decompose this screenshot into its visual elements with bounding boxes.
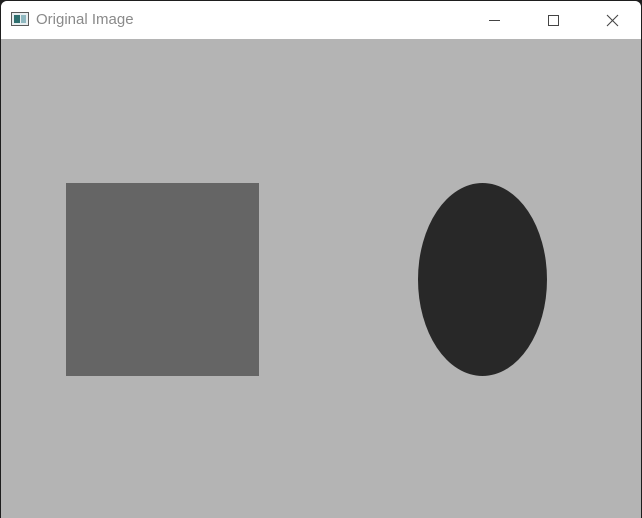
window-title: Original Image (36, 11, 134, 28)
close-icon (606, 14, 619, 27)
app-icon-pane-left (14, 15, 20, 23)
minimize-icon (489, 20, 500, 21)
image-canvas (1, 39, 641, 518)
title-bar[interactable]: Original Image (1, 1, 641, 39)
image-window-icon (11, 12, 29, 26)
maximize-button[interactable] (523, 1, 581, 39)
minimize-button[interactable] (465, 1, 523, 39)
gray-square-shape (66, 183, 259, 376)
image-viewer-window: Original Image (1, 1, 641, 518)
dark-ellipse-shape (418, 183, 547, 376)
maximize-icon (548, 15, 559, 26)
app-icon-pane-right (21, 15, 26, 23)
close-button[interactable] (583, 1, 641, 39)
